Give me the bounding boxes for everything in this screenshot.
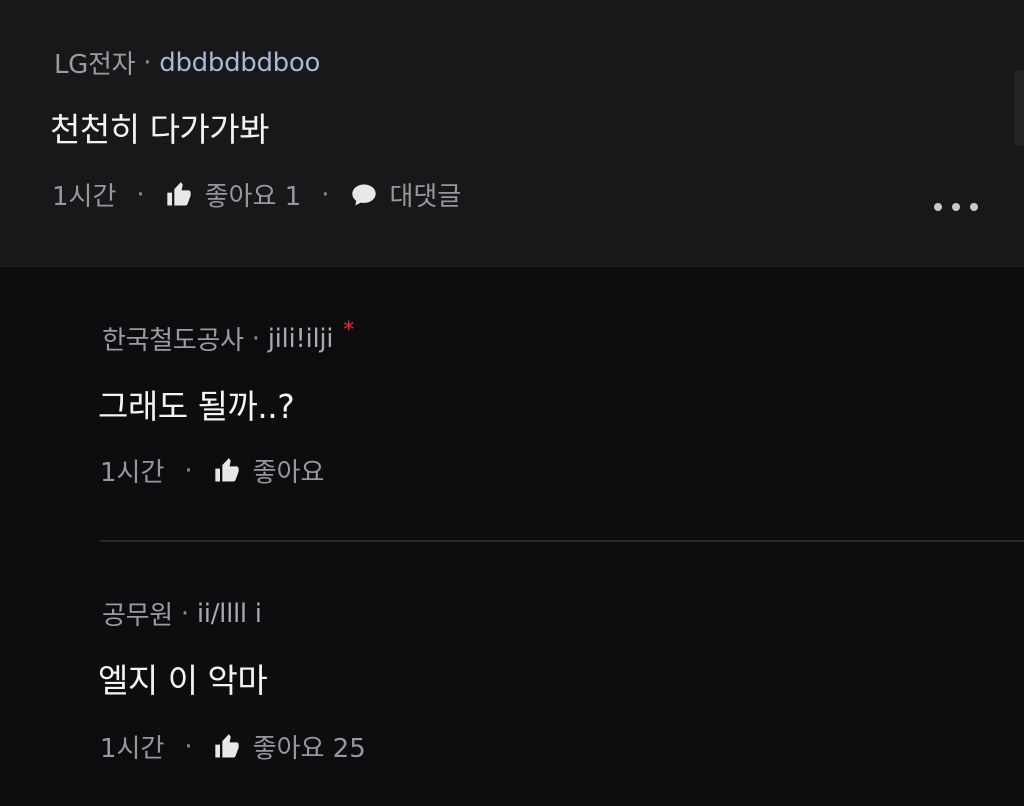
reply-meta: 한국철도공사 · jili!ilji * [102, 318, 354, 357]
comment-meta: LG전자 · dbdbdbdboo [54, 44, 320, 81]
speech-bubble-icon[interactable] [350, 181, 378, 209]
company-name: 공무원 [102, 601, 173, 631]
reply-text: 엘지 이 악마 [98, 661, 268, 700]
more-horizontal-icon[interactable] [934, 196, 978, 218]
action-separator: · [184, 455, 193, 486]
meta-separator: · [180, 598, 189, 629]
thumbs-up-icon[interactable] [213, 733, 241, 761]
top-level-comment: LG전자 · dbdbdbdboo 천천히 다가가봐 1시간 · 좋아요 1 ·… [0, 0, 1024, 267]
meta-separator: · [251, 323, 260, 354]
comment-text: 천천히 다가가봐 [50, 110, 270, 149]
company-name: LG전자 [54, 50, 136, 80]
action-separator: · [184, 731, 193, 762]
thumbs-up-icon[interactable] [165, 181, 193, 209]
company-name: 한국철도공사 [102, 326, 244, 356]
comment-time: 1시간 [100, 734, 165, 764]
nickname[interactable]: ii/llll i [197, 599, 262, 629]
nickname[interactable]: jili!ilji [268, 324, 334, 354]
comment-time: 1시간 [52, 182, 117, 212]
action-separator: · [321, 179, 330, 210]
reply-button[interactable]: 대댓글 [390, 176, 462, 213]
like-button[interactable]: 좋아요 1 [205, 176, 302, 213]
action-separator: · [136, 179, 145, 210]
reply-actions: 1시간 · 좋아요 [100, 452, 324, 489]
comment-time: 1시간 [100, 458, 165, 488]
thumbs-up-icon[interactable] [213, 457, 241, 485]
like-button[interactable]: 좋아요 25 [253, 728, 366, 765]
nickname[interactable]: dbdbdbdboo [159, 48, 320, 78]
reply-divider [100, 540, 1024, 542]
author-badge: * [343, 318, 354, 343]
comment-actions: 1시간 · 좋아요 1 · 대댓글 [52, 176, 461, 213]
reply-actions: 1시간 · 좋아요 25 [100, 728, 366, 765]
reply-meta: 공무원 · ii/llll i [102, 595, 262, 632]
meta-separator: · [143, 47, 152, 78]
scrollbar-edge[interactable] [1014, 70, 1024, 146]
like-button[interactable]: 좋아요 [253, 452, 325, 489]
reply-text: 그래도 될까..? [98, 387, 295, 426]
